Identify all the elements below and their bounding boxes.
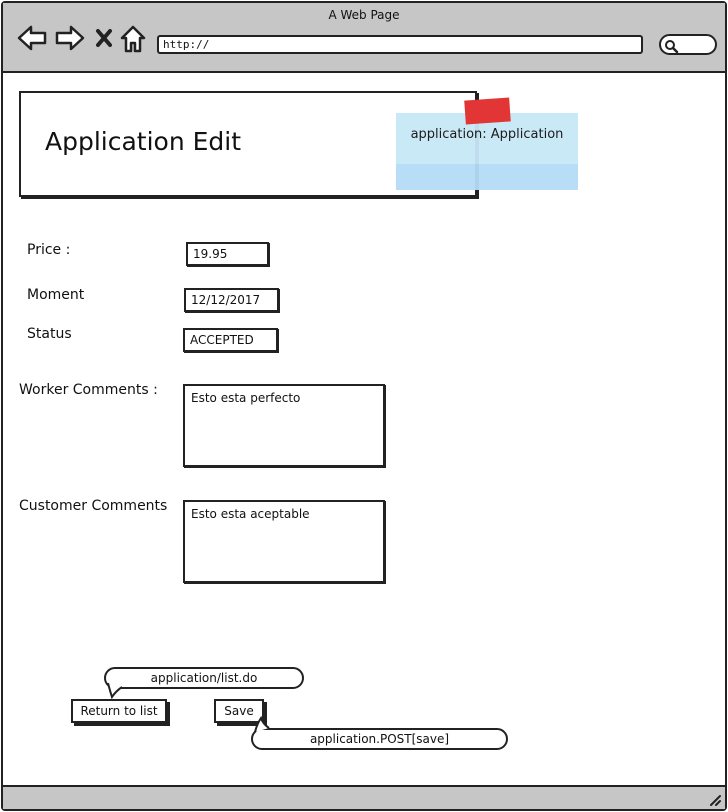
status-input[interactable]: ACCEPTED xyxy=(183,328,278,352)
moment-label: Moment xyxy=(27,287,85,303)
return-to-list-button[interactable]: Return to list xyxy=(71,699,167,723)
browser-toolbar: A Web Page http:// xyxy=(3,3,725,73)
forward-arrow-icon[interactable] xyxy=(55,25,85,51)
back-arrow-icon[interactable] xyxy=(17,25,47,51)
window-title: A Web Page xyxy=(328,8,400,22)
worker-comments-label: Worker Comments : xyxy=(19,382,158,398)
tape-icon xyxy=(464,97,511,125)
return-link-callout: application/list.do xyxy=(104,667,304,689)
sticky-note: application: Application xyxy=(396,113,578,190)
callout-tail-icon xyxy=(254,716,270,732)
save-action-callout: application.POST[save] xyxy=(251,728,508,750)
customer-comments-label: Customer Comments xyxy=(19,498,168,514)
browser-search-field[interactable] xyxy=(659,34,717,55)
price-input[interactable]: 19.95 xyxy=(186,242,269,266)
moment-input[interactable]: 12/12/2017 xyxy=(184,288,279,312)
status-label: Status xyxy=(27,326,72,342)
price-label: Price : xyxy=(27,242,71,258)
sticky-note-text: application: Application xyxy=(410,127,564,142)
home-icon[interactable] xyxy=(120,25,146,53)
resize-grip-icon[interactable] xyxy=(707,792,721,806)
customer-comments-textarea[interactable]: Esto esta aceptable xyxy=(183,500,385,583)
page-title: Application Edit xyxy=(45,127,242,156)
address-bar[interactable]: http:// xyxy=(157,35,643,54)
worker-comments-textarea[interactable]: Esto esta perfecto xyxy=(183,384,385,467)
search-icon xyxy=(665,40,679,54)
status-bar xyxy=(3,785,725,809)
close-stop-icon[interactable] xyxy=(95,28,113,48)
callout-tail-icon xyxy=(107,683,123,699)
